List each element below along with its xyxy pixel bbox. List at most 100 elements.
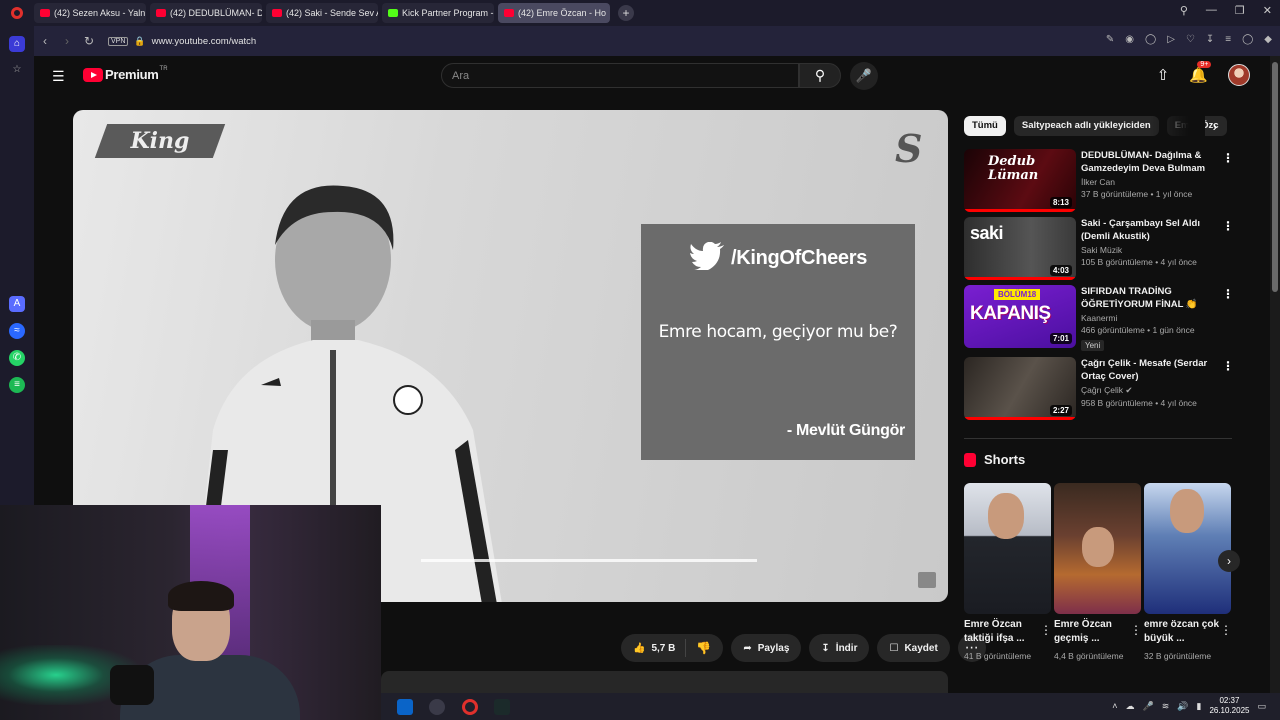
search-icon: ⚲ — [814, 67, 826, 83]
maximize-icon[interactable]: ❐ — [1235, 4, 1245, 17]
list-item[interactable]: BÖLÜM18 KAPANIŞ 7:01 SIFIRDAN TRADİNG ÖĞ… — [964, 285, 1234, 351]
video-title[interactable]: DEDUBLÜMAN- Dağılma & Gamzedeyim Deva Bu… — [1081, 149, 1211, 175]
video-thumbnail[interactable]: 2:27 — [964, 357, 1076, 420]
shield-icon[interactable]: ◯ — [1145, 34, 1156, 45]
more-vert-icon[interactable]: ⋮ — [1220, 623, 1232, 637]
channel-name[interactable]: İlker Can — [1081, 177, 1211, 187]
profile-icon[interactable]: ◯ — [1242, 34, 1253, 45]
vpn-badge[interactable]: VPN — [108, 36, 129, 46]
wifi-icon[interactable]: ≋ — [1162, 701, 1170, 712]
scrollbar-thumb[interactable] — [1272, 62, 1278, 292]
download-icon[interactable]: ↧ — [1206, 34, 1214, 45]
back-icon[interactable]: ‹ — [34, 34, 56, 48]
browser-tab-5-active[interactable]: (42) Emre Özcan - Ho — [498, 3, 610, 23]
app-icon[interactable] — [494, 699, 510, 715]
chip-all[interactable]: Tümü — [964, 116, 1006, 136]
search-button[interactable]: ⚲ — [799, 63, 841, 88]
chip-uploader[interactable]: Saltypeach adlı yükleyiciden — [1013, 116, 1159, 136]
tab-label: (42) Emre Özcan - Ho — [518, 8, 607, 18]
reload-icon[interactable]: ↻ — [78, 34, 100, 48]
more-vert-icon[interactable]: ⋮ — [1222, 219, 1234, 233]
browser-search-icon[interactable]: ⚲ — [1180, 4, 1188, 17]
more-vert-icon[interactable]: ⋮ — [1222, 287, 1234, 301]
play-icon[interactable]: ▷ — [1167, 34, 1175, 45]
menu-icon[interactable]: ≡ — [1225, 34, 1231, 45]
chevron-right-icon[interactable]: › — [1205, 116, 1225, 136]
camera-icon[interactable]: ◉ — [1125, 34, 1134, 45]
battery-icon[interactable]: ▮ — [1196, 701, 1201, 712]
short-title[interactable]: Emre Özcan taktiği ifşa ... — [964, 618, 1040, 646]
download-button[interactable]: ↧ İndir — [809, 634, 870, 662]
short-card[interactable]: emre özcan çok büyük ... 32 B görüntülem… — [1144, 483, 1232, 662]
more-vert-icon[interactable]: ⋮ — [1040, 623, 1052, 637]
list-item[interactable]: 2:27 Çağrı Çelik - Mesafe (Serdar Ortaç … — [964, 357, 1234, 421]
forward-icon[interactable]: › — [56, 34, 78, 48]
heart-icon[interactable]: ♡ — [1186, 34, 1195, 45]
opera-icon[interactable] — [462, 699, 478, 715]
video-thumbnail[interactable]: BÖLÜM18 KAPANIŞ 7:01 — [964, 285, 1076, 348]
whatsapp-icon[interactable]: ✆ — [9, 350, 25, 366]
hamburger-menu-icon[interactable]: ☰ — [52, 68, 65, 85]
browser-tab-1[interactable]: (42) Sezen Aksu - Yalnızca — [34, 3, 146, 23]
channel-name[interactable]: Saki Müzik — [1081, 245, 1211, 255]
youtube-logo[interactable]: Premium TR — [83, 66, 168, 82]
like-button[interactable]: 👍 5,7 B — [621, 639, 687, 657]
notification-center-icon[interactable]: ▭ — [1257, 701, 1266, 712]
voice-search-button[interactable]: 🎤 — [850, 62, 878, 90]
search-input[interactable] — [442, 64, 742, 87]
close-icon[interactable]: ✕ — [1263, 4, 1272, 17]
browser-tab-4[interactable]: Kick Partner Program - Ki — [382, 3, 494, 23]
mic-tray-icon[interactable]: 🎤 — [1143, 701, 1154, 712]
short-title[interactable]: emre özcan çok büyük ... — [1144, 618, 1220, 646]
home-icon[interactable]: ⌂ — [9, 36, 25, 52]
video-title[interactable]: Çağrı Çelik - Mesafe (Serdar Ortaç Cover… — [1081, 357, 1211, 383]
outlook-icon[interactable] — [397, 699, 413, 715]
short-title[interactable]: Emre Özcan geçmiş ... — [1054, 618, 1130, 646]
video-title[interactable]: Saki - Çarşambayı Sel Aldı (Demli Akusti… — [1081, 217, 1211, 243]
short-thumbnail[interactable] — [964, 483, 1051, 614]
url-field[interactable]: www.youtube.com/watch — [152, 36, 257, 47]
opera-logo-icon[interactable] — [0, 0, 34, 26]
aria-icon[interactable]: A — [9, 296, 25, 312]
browser-tab-2[interactable]: (42) DEDUBLÜMAN- D — [150, 3, 262, 23]
video-title[interactable]: SIFIRDAN TRADİNG ÖĞRETİYORUM FİNAL 👏 — [1081, 285, 1211, 311]
video-thumbnail[interactable]: saki 4:03 — [964, 217, 1076, 280]
more-vert-icon[interactable]: ⋮ — [1222, 359, 1234, 373]
new-tab-button[interactable]: + — [618, 5, 634, 21]
share-button[interactable]: ➦ Paylaş — [731, 634, 802, 662]
notifications-bell-icon[interactable]: 🔔 9+ — [1189, 61, 1212, 84]
lock-icon[interactable]: 🔒 — [134, 36, 145, 47]
save-button[interactable]: ☐ Kaydet — [877, 634, 950, 662]
dislike-button[interactable]: 👎 — [686, 641, 723, 655]
spotify-icon[interactable]: ≡ — [9, 377, 25, 393]
messenger-icon[interactable]: ≈ — [9, 323, 25, 339]
video-thumbnail[interactable]: Dedub Lüman 8:13 — [964, 149, 1076, 212]
more-vert-icon[interactable]: ⋮ — [1130, 623, 1142, 637]
list-item[interactable]: saki 4:03 Saki - Çarşambayı Sel Aldı (De… — [964, 217, 1234, 281]
more-vert-icon[interactable]: ⋮ — [1222, 151, 1234, 165]
page-scrollbar[interactable] — [1270, 56, 1280, 696]
short-card[interactable]: Emre Özcan geçmiş ... 4,4 B görüntüleme … — [1054, 483, 1142, 662]
upload-icon[interactable]: ⇧ — [1157, 66, 1170, 84]
star-icon[interactable]: ☆ — [9, 62, 25, 78]
browser-tab-3[interactable]: (42) Saki - Sende Sev Ama — [266, 3, 378, 23]
extension-icon[interactable]: ◆ — [1264, 34, 1272, 45]
edit-icon[interactable]: ✎ — [1106, 34, 1114, 45]
shorts-next-button[interactable]: › — [1218, 550, 1240, 572]
channel-name[interactable]: Kaanermi — [1081, 313, 1211, 323]
volume-icon[interactable]: 🔊 — [1177, 701, 1188, 712]
youtube-favicon-icon — [156, 9, 166, 17]
tray-chevron-icon[interactable]: ˄ — [1112, 701, 1117, 711]
list-item[interactable]: Dedub Lüman 8:13 DEDUBLÜMAN- Dağılma & G… — [964, 149, 1234, 213]
minimize-icon[interactable]: — — [1206, 4, 1217, 17]
channel-name[interactable]: Çağrı Çelik ✔ — [1081, 385, 1211, 396]
description-box[interactable] — [381, 671, 948, 693]
short-thumbnail[interactable] — [1144, 483, 1231, 614]
clock[interactable]: 02:37 26.10.2025 — [1209, 696, 1249, 716]
progress-bar[interactable] — [421, 559, 757, 562]
short-thumbnail[interactable] — [1054, 483, 1141, 614]
avatar[interactable] — [1228, 64, 1250, 86]
obs-icon[interactable] — [429, 699, 445, 715]
cloud-icon[interactable]: ☁ — [1126, 701, 1135, 712]
short-card[interactable]: Emre Özcan taktiği ifşa ... 41 B görüntü… — [964, 483, 1052, 662]
